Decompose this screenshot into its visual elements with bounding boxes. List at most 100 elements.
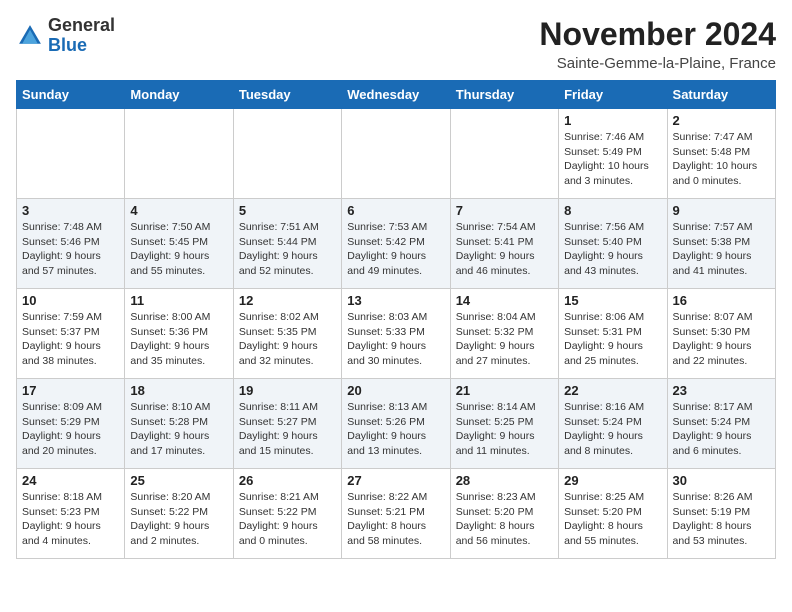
calendar-cell: 3 Sunrise: 7:48 AM Sunset: 5:46 PM Daylig… xyxy=(17,199,125,289)
day-info: Sunrise: 8:16 AM Sunset: 5:24 PM Dayligh… xyxy=(564,400,661,459)
day-number: 7 xyxy=(456,203,553,218)
calendar-cell xyxy=(233,109,341,199)
weekday-header-row: SundayMondayTuesdayWednesdayThursdayFrid… xyxy=(17,81,776,109)
calendar-cell: 13 Sunrise: 8:03 AM Sunset: 5:33 PM Dayli… xyxy=(342,289,450,379)
day-info: Sunrise: 8:21 AM Sunset: 5:22 PM Dayligh… xyxy=(239,490,336,549)
day-number: 9 xyxy=(673,203,770,218)
day-number: 3 xyxy=(22,203,119,218)
weekday-header-thursday: Thursday xyxy=(450,81,558,109)
day-number: 30 xyxy=(673,473,770,488)
day-number: 5 xyxy=(239,203,336,218)
weekday-header-friday: Friday xyxy=(559,81,667,109)
calendar-cell: 20 Sunrise: 8:13 AM Sunset: 5:26 PM Dayli… xyxy=(342,379,450,469)
day-number: 13 xyxy=(347,293,444,308)
day-info: Sunrise: 8:03 AM Sunset: 5:33 PM Dayligh… xyxy=(347,310,444,369)
day-number: 8 xyxy=(564,203,661,218)
calendar-cell: 29 Sunrise: 8:25 AM Sunset: 5:20 PM Dayli… xyxy=(559,469,667,559)
title-block: November 2024 Sainte-Gemme-la-Plaine, Fr… xyxy=(539,16,776,72)
day-number: 27 xyxy=(347,473,444,488)
calendar-cell: 19 Sunrise: 8:11 AM Sunset: 5:27 PM Dayli… xyxy=(233,379,341,469)
day-number: 12 xyxy=(239,293,336,308)
calendar-cell: 16Sunrise: 8:07 AM Sunset: 5:30 PM Dayli… xyxy=(667,289,775,379)
day-number: 14 xyxy=(456,293,553,308)
day-info: Sunrise: 8:10 AM Sunset: 5:28 PM Dayligh… xyxy=(130,400,227,459)
calendar-week-1: 1 Sunrise: 7:46 AM Sunset: 5:49 PM Daylig… xyxy=(17,109,776,199)
calendar-cell: 8 Sunrise: 7:56 AM Sunset: 5:40 PM Daylig… xyxy=(559,199,667,289)
location: Sainte-Gemme-la-Plaine, France xyxy=(539,55,776,72)
day-info: Sunrise: 8:18 AM Sunset: 5:23 PM Dayligh… xyxy=(22,490,119,549)
day-info: Sunrise: 7:56 AM Sunset: 5:40 PM Dayligh… xyxy=(564,220,661,279)
calendar-cell: 26 Sunrise: 8:21 AM Sunset: 5:22 PM Dayli… xyxy=(233,469,341,559)
day-info: Sunrise: 8:06 AM Sunset: 5:31 PM Dayligh… xyxy=(564,310,661,369)
weekday-header-monday: Monday xyxy=(125,81,233,109)
day-info: Sunrise: 7:47 AM Sunset: 5:48 PM Dayligh… xyxy=(673,130,770,189)
calendar-cell: 14 Sunrise: 8:04 AM Sunset: 5:32 PM Dayli… xyxy=(450,289,558,379)
day-number: 20 xyxy=(347,383,444,398)
day-info: Sunrise: 8:23 AM Sunset: 5:20 PM Dayligh… xyxy=(456,490,553,549)
day-info: Sunrise: 8:25 AM Sunset: 5:20 PM Dayligh… xyxy=(564,490,661,549)
day-info: Sunrise: 8:09 AM Sunset: 5:29 PM Dayligh… xyxy=(22,400,119,459)
day-info: Sunrise: 7:50 AM Sunset: 5:45 PM Dayligh… xyxy=(130,220,227,279)
day-info: Sunrise: 8:11 AM Sunset: 5:27 PM Dayligh… xyxy=(239,400,336,459)
day-number: 28 xyxy=(456,473,553,488)
day-info: Sunrise: 7:51 AM Sunset: 5:44 PM Dayligh… xyxy=(239,220,336,279)
calendar-cell: 15Sunrise: 8:06 AM Sunset: 5:31 PM Dayli… xyxy=(559,289,667,379)
day-number: 1 xyxy=(564,113,661,128)
month-title: November 2024 xyxy=(539,16,776,53)
calendar-week-2: 3 Sunrise: 7:48 AM Sunset: 5:46 PM Daylig… xyxy=(17,199,776,289)
logo-blue-text: Blue xyxy=(48,35,87,55)
day-info: Sunrise: 8:17 AM Sunset: 5:24 PM Dayligh… xyxy=(673,400,770,459)
calendar-cell xyxy=(342,109,450,199)
day-number: 11 xyxy=(130,293,227,308)
calendar-cell: 6Sunrise: 7:53 AM Sunset: 5:42 PM Daylig… xyxy=(342,199,450,289)
day-number: 19 xyxy=(239,383,336,398)
calendar-cell: 27 Sunrise: 8:22 AM Sunset: 5:21 PM Dayli… xyxy=(342,469,450,559)
calendar-week-4: 17 Sunrise: 8:09 AM Sunset: 5:29 PM Dayli… xyxy=(17,379,776,469)
day-info: Sunrise: 8:00 AM Sunset: 5:36 PM Dayligh… xyxy=(130,310,227,369)
calendar-cell: 2 Sunrise: 7:47 AM Sunset: 5:48 PM Daylig… xyxy=(667,109,775,199)
day-number: 17 xyxy=(22,383,119,398)
calendar-cell: 21Sunrise: 8:14 AM Sunset: 5:25 PM Dayli… xyxy=(450,379,558,469)
day-info: Sunrise: 8:02 AM Sunset: 5:35 PM Dayligh… xyxy=(239,310,336,369)
day-number: 18 xyxy=(130,383,227,398)
weekday-header-wednesday: Wednesday xyxy=(342,81,450,109)
logo-general-text: General xyxy=(48,15,115,35)
day-number: 25 xyxy=(130,473,227,488)
calendar-cell: 7 Sunrise: 7:54 AM Sunset: 5:41 PM Daylig… xyxy=(450,199,558,289)
day-info: Sunrise: 7:54 AM Sunset: 5:41 PM Dayligh… xyxy=(456,220,553,279)
day-number: 2 xyxy=(673,113,770,128)
calendar-cell: 23 Sunrise: 8:17 AM Sunset: 5:24 PM Dayli… xyxy=(667,379,775,469)
calendar-cell xyxy=(450,109,558,199)
calendar-cell xyxy=(17,109,125,199)
weekday-header-tuesday: Tuesday xyxy=(233,81,341,109)
calendar-cell: 10Sunrise: 7:59 AM Sunset: 5:37 PM Dayli… xyxy=(17,289,125,379)
calendar-cell: 12 Sunrise: 8:02 AM Sunset: 5:35 PM Dayli… xyxy=(233,289,341,379)
day-number: 10 xyxy=(22,293,119,308)
day-info: Sunrise: 8:13 AM Sunset: 5:26 PM Dayligh… xyxy=(347,400,444,459)
calendar-cell: 11 Sunrise: 8:00 AM Sunset: 5:36 PM Dayli… xyxy=(125,289,233,379)
day-info: Sunrise: 8:26 AM Sunset: 5:19 PM Dayligh… xyxy=(673,490,770,549)
day-info: Sunrise: 7:46 AM Sunset: 5:49 PM Dayligh… xyxy=(564,130,661,189)
day-number: 22 xyxy=(564,383,661,398)
day-info: Sunrise: 8:04 AM Sunset: 5:32 PM Dayligh… xyxy=(456,310,553,369)
calendar-cell: 30 Sunrise: 8:26 AM Sunset: 5:19 PM Dayli… xyxy=(667,469,775,559)
calendar-cell: 17 Sunrise: 8:09 AM Sunset: 5:29 PM Dayli… xyxy=(17,379,125,469)
calendar-cell: 24Sunrise: 8:18 AM Sunset: 5:23 PM Dayli… xyxy=(17,469,125,559)
day-info: Sunrise: 8:22 AM Sunset: 5:21 PM Dayligh… xyxy=(347,490,444,549)
calendar-cell: 25 Sunrise: 8:20 AM Sunset: 5:22 PM Dayli… xyxy=(125,469,233,559)
day-info: Sunrise: 7:48 AM Sunset: 5:46 PM Dayligh… xyxy=(22,220,119,279)
weekday-header-sunday: Sunday xyxy=(17,81,125,109)
day-number: 29 xyxy=(564,473,661,488)
calendar-cell: 4Sunrise: 7:50 AM Sunset: 5:45 PM Daylig… xyxy=(125,199,233,289)
day-info: Sunrise: 8:07 AM Sunset: 5:30 PM Dayligh… xyxy=(673,310,770,369)
calendar-cell: 9Sunrise: 7:57 AM Sunset: 5:38 PM Daylig… xyxy=(667,199,775,289)
calendar-cell: 1 Sunrise: 7:46 AM Sunset: 5:49 PM Daylig… xyxy=(559,109,667,199)
day-info: Sunrise: 8:20 AM Sunset: 5:22 PM Dayligh… xyxy=(130,490,227,549)
day-number: 23 xyxy=(673,383,770,398)
calendar-cell: 18 Sunrise: 8:10 AM Sunset: 5:28 PM Dayli… xyxy=(125,379,233,469)
calendar-cell xyxy=(125,109,233,199)
day-number: 26 xyxy=(239,473,336,488)
weekday-header-saturday: Saturday xyxy=(667,81,775,109)
calendar-week-5: 24Sunrise: 8:18 AM Sunset: 5:23 PM Dayli… xyxy=(17,469,776,559)
logo: General Blue xyxy=(16,16,115,56)
